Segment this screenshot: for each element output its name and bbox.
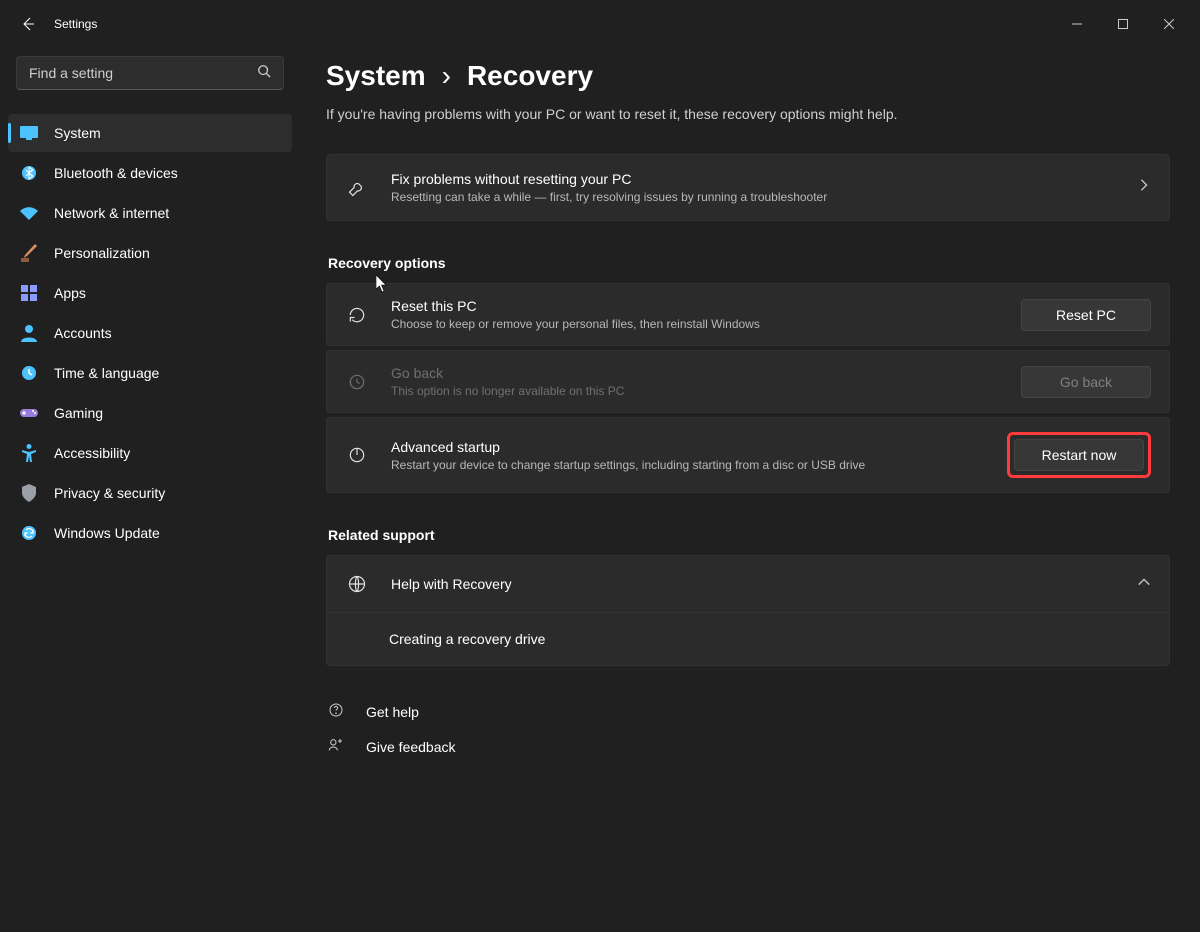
troubleshoot-card[interactable]: Fix problems without resetting your PC R… xyxy=(326,154,1170,221)
go-back-row: Go back This option is no longer availab… xyxy=(326,350,1170,413)
annotation-highlight: Restart now xyxy=(1007,432,1151,478)
breadcrumb-current: Recovery xyxy=(467,60,593,92)
get-help-label: Get help xyxy=(366,704,419,720)
sidebar-item-label: Windows Update xyxy=(54,525,160,541)
go-back-title: Go back xyxy=(391,365,999,381)
close-button[interactable] xyxy=(1146,8,1192,40)
reset-pc-button[interactable]: Reset PC xyxy=(1021,299,1151,331)
give-feedback-label: Give feedback xyxy=(366,739,456,755)
go-back-subtitle: This option is no longer available on th… xyxy=(391,384,999,398)
sidebar-item-label: Network & internet xyxy=(54,205,169,221)
sidebar-item-accessibility[interactable]: Accessibility xyxy=(8,434,292,472)
maximize-icon xyxy=(1118,19,1128,29)
chevron-right-icon xyxy=(1137,178,1151,197)
history-icon xyxy=(345,372,369,392)
maximize-button[interactable] xyxy=(1100,8,1146,40)
restart-now-button[interactable]: Restart now xyxy=(1014,439,1144,471)
troubleshoot-title: Fix problems without resetting your PC xyxy=(391,171,1115,187)
sidebar-item-apps[interactable]: Apps xyxy=(8,274,292,312)
page-description: If you're having problems with your PC o… xyxy=(326,106,1170,122)
sidebar-item-label: Apps xyxy=(54,285,86,301)
help-icon xyxy=(328,702,346,721)
sidebar-item-accounts[interactable]: Accounts xyxy=(8,314,292,352)
chevron-right-icon: › xyxy=(442,60,451,92)
advanced-title: Advanced startup xyxy=(391,439,985,455)
sidebar-item-label: Accounts xyxy=(54,325,112,341)
reset-icon xyxy=(345,305,369,325)
sidebar-item-network-internet[interactable]: Network & internet xyxy=(8,194,292,232)
shield-icon xyxy=(20,484,38,502)
sidebar-item-windows-update[interactable]: Windows Update xyxy=(8,514,292,552)
titlebar: Settings xyxy=(0,0,1200,48)
search-box[interactable] xyxy=(16,56,284,90)
brush-icon xyxy=(20,244,38,262)
sync-icon xyxy=(20,524,38,542)
sidebar-item-label: Gaming xyxy=(54,405,103,421)
get-help-link[interactable]: Get help xyxy=(326,694,1170,729)
accessibility-icon xyxy=(20,444,38,462)
display-icon xyxy=(20,124,38,142)
chevron-up-icon xyxy=(1137,575,1151,594)
go-back-button: Go back xyxy=(1021,366,1151,398)
minimize-button[interactable] xyxy=(1054,8,1100,40)
help-recovery-card[interactable]: Help with Recovery xyxy=(326,555,1170,613)
sidebar-item-label: Time & language xyxy=(54,365,159,381)
power-icon xyxy=(345,445,369,465)
reset-title: Reset this PC xyxy=(391,298,999,314)
sidebar-item-label: Accessibility xyxy=(54,445,130,461)
sidebar-item-privacy-security[interactable]: Privacy & security xyxy=(8,474,292,512)
sidebar-item-label: Bluetooth & devices xyxy=(54,165,178,181)
search-icon xyxy=(257,64,271,83)
wrench-icon xyxy=(345,178,369,198)
sidebar-item-time-language[interactable]: Time & language xyxy=(8,354,292,392)
apps-icon xyxy=(20,284,38,302)
breadcrumb-parent[interactable]: System xyxy=(326,60,426,92)
minimize-icon xyxy=(1072,19,1082,29)
sidebar-item-bluetooth-devices[interactable]: Bluetooth & devices xyxy=(8,154,292,192)
wifi-icon xyxy=(20,204,38,222)
bluetooth-icon xyxy=(20,164,38,182)
sidebar: System Bluetooth & devices Network & inter… xyxy=(0,48,300,932)
arrow-left-icon xyxy=(20,16,36,32)
app-title: Settings xyxy=(54,17,97,31)
globe-icon xyxy=(345,574,369,594)
troubleshoot-subtitle: Resetting can take a while — first, try … xyxy=(391,190,1115,204)
sidebar-item-label: Privacy & security xyxy=(54,485,165,501)
advanced-subtitle: Restart your device to change startup se… xyxy=(391,458,985,472)
sidebar-item-gaming[interactable]: Gaming xyxy=(8,394,292,432)
sidebar-nav: System Bluetooth & devices Network & inter… xyxy=(8,114,292,552)
related-support-heading: Related support xyxy=(328,527,1170,543)
feedback-icon xyxy=(328,737,346,756)
sidebar-item-personalization[interactable]: Personalization xyxy=(8,234,292,272)
window-controls xyxy=(1054,8,1192,40)
sidebar-item-label: System xyxy=(54,125,101,141)
sidebar-item-label: Personalization xyxy=(54,245,150,261)
search-input[interactable] xyxy=(29,65,257,81)
content: System › Recovery If you're having probl… xyxy=(300,48,1200,932)
reset-pc-row: Reset this PC Choose to keep or remove y… xyxy=(326,283,1170,346)
help-recovery-label: Help with Recovery xyxy=(391,576,1115,592)
gamepad-icon xyxy=(20,404,38,422)
reset-subtitle: Choose to keep or remove your personal f… xyxy=(391,317,999,331)
create-recovery-drive-link[interactable]: Creating a recovery drive xyxy=(326,613,1170,666)
give-feedback-link[interactable]: Give feedback xyxy=(326,729,1170,764)
recovery-options-heading: Recovery options xyxy=(328,255,1170,271)
back-button[interactable] xyxy=(8,4,48,44)
person-icon xyxy=(20,324,38,342)
advanced-startup-row: Advanced startup Restart your device to … xyxy=(326,417,1170,493)
clock-icon xyxy=(20,364,38,382)
sidebar-item-system[interactable]: System xyxy=(8,114,292,152)
close-icon xyxy=(1164,19,1174,29)
breadcrumb: System › Recovery xyxy=(326,60,1170,92)
